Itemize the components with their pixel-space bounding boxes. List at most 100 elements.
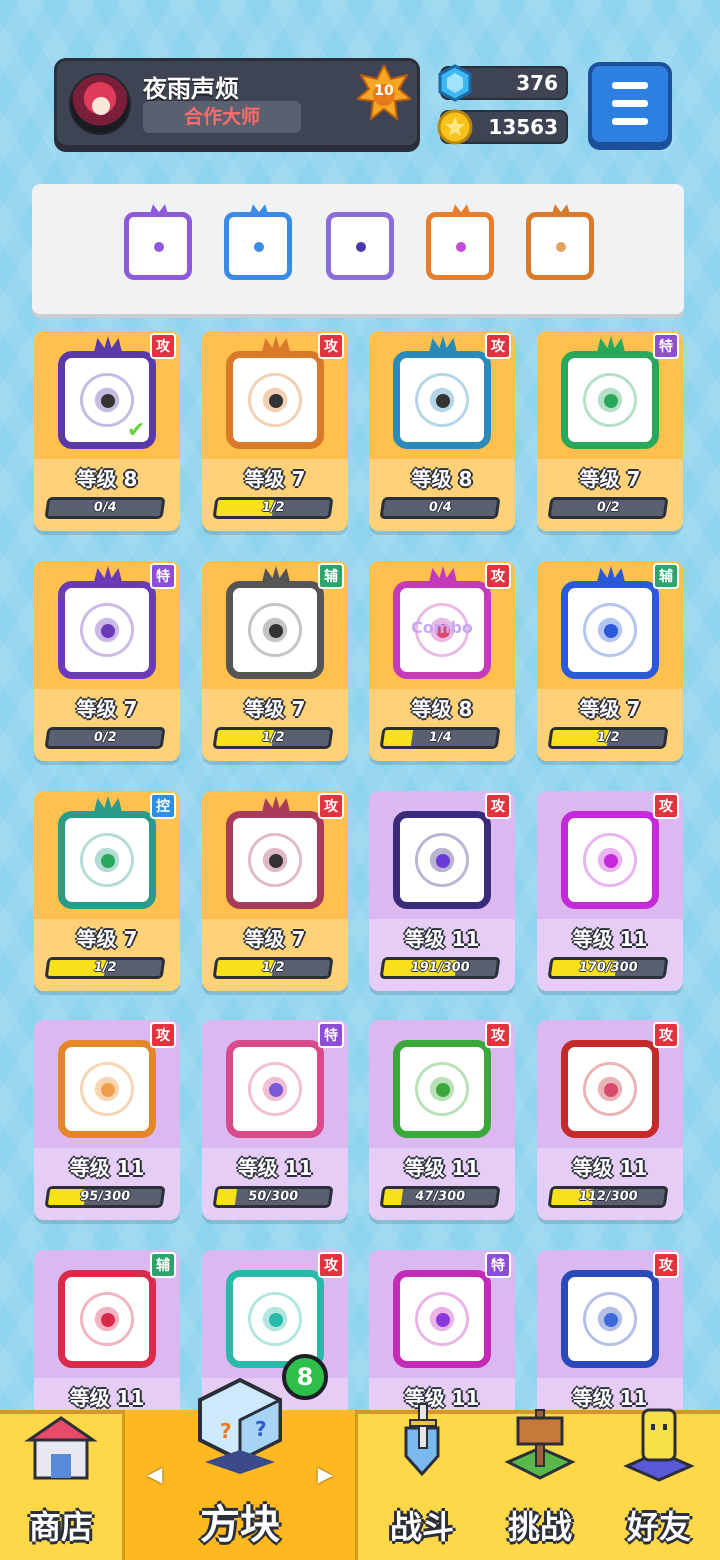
block-card[interactable]: 特等级 11 50/300	[202, 1020, 348, 1220]
block-type-tag: 攻	[485, 793, 511, 819]
upgrade-progress-text: 1/2	[260, 960, 286, 975]
chevron-left-icon[interactable]: ◀	[147, 1462, 162, 1486]
upgrade-progress-text: 1/2	[92, 960, 118, 975]
upgrade-progress-text: 191/300	[409, 960, 471, 975]
block-type-tag: 特	[653, 333, 679, 359]
nav-blocks[interactable]: ?? ◀ ▶ 方块	[122, 1377, 358, 1560]
block-core-dot	[604, 624, 618, 638]
block-level: 等级 8	[411, 467, 473, 491]
player-avatar[interactable]	[69, 73, 131, 135]
nav-friends[interactable]: 好友	[598, 1408, 720, 1560]
mystery-block-icon: ??	[198, 1377, 282, 1474]
block-type-tag: 攻	[485, 333, 511, 359]
block-card[interactable]: Combo 攻等级 8 1/4	[369, 561, 515, 761]
upgrade-progress-bar: 0/2	[547, 497, 669, 519]
block-level: 等级 7	[244, 467, 306, 491]
block-card[interactable]: 特等级 7 0/2	[537, 331, 683, 531]
equipped-slot[interactable]	[526, 204, 594, 280]
nav-challenge[interactable]: 挑战	[482, 1409, 598, 1560]
block-level: 等级 8	[411, 697, 473, 721]
block-card[interactable]: 攻等级 11 112/300	[537, 1020, 683, 1220]
upgrade-progress-bar: 1/2	[212, 957, 334, 979]
block-level: 等级 7	[579, 467, 641, 491]
block-art	[58, 1270, 156, 1368]
friend-character-icon	[623, 1408, 695, 1482]
block-card[interactable]: 特等级 7 0/2	[34, 561, 180, 761]
block-type-tag: 辅	[150, 1252, 176, 1278]
block-card[interactable]: 攻等级 7 1/2	[202, 331, 348, 531]
svg-text:?: ?	[220, 1419, 232, 1443]
block-core-dot	[269, 394, 283, 408]
block-card[interactable]: 攻等级 7 1/2	[202, 791, 348, 991]
block-core-dot	[436, 1313, 450, 1327]
block-card[interactable]: 辅等级 7 1/2	[202, 561, 348, 761]
equipped-slot[interactable]	[326, 212, 394, 280]
player-name: 夜雨声烦	[143, 75, 239, 103]
block-card[interactable]: 攻等级 11 95/300	[34, 1020, 180, 1220]
block-card[interactable]: 攻等级 11 170/300	[537, 791, 683, 991]
crown-icon	[596, 566, 626, 586]
gem-counter[interactable]: 376	[438, 64, 568, 102]
block-core-dot	[269, 854, 283, 868]
equipped-slot[interactable]	[224, 204, 292, 280]
block-level: 等级 7	[244, 697, 306, 721]
block-art	[226, 566, 324, 679]
block-core-dot	[436, 1083, 450, 1097]
nav-shop[interactable]: 商店	[0, 1414, 122, 1560]
upgrade-progress-bar: 191/300	[379, 957, 501, 979]
upgrade-progress-bar: 1/2	[44, 957, 166, 979]
block-core-dot	[101, 1313, 115, 1327]
equipped-blocks-panel	[32, 184, 684, 314]
sword-shield-icon	[404, 1403, 440, 1477]
block-art	[393, 336, 491, 449]
block-card[interactable]: ✔ 攻等级 8 0/4	[34, 331, 180, 531]
block-card[interactable]: 攻等级 11 47/300	[369, 1020, 515, 1220]
chevron-right-icon[interactable]: ▶	[318, 1462, 333, 1486]
block-level: 等级 7	[76, 697, 138, 721]
upgrade-progress-text: 0/4	[92, 500, 118, 515]
menu-button[interactable]	[588, 62, 672, 146]
crown-icon	[93, 566, 123, 586]
coin-counter[interactable]: 13563	[437, 109, 568, 145]
block-art	[561, 811, 659, 909]
block-core-dot	[269, 1083, 283, 1097]
block-level: 等级 11	[69, 1156, 145, 1180]
block-core-dot	[101, 1083, 115, 1097]
rank-level: 10	[374, 83, 394, 99]
block-art	[226, 1270, 324, 1368]
upgrade-progress-text: 0/4	[427, 500, 453, 515]
block-type-tag: 攻	[150, 1022, 176, 1048]
block-core-dot	[604, 394, 618, 408]
block-type-tag: 攻	[485, 563, 511, 589]
nav-battle[interactable]: 战斗	[362, 1403, 482, 1560]
block-type-tag: 特	[150, 563, 176, 589]
block-card[interactable]: 辅等级 7 1/2	[537, 561, 683, 761]
block-type-tag: 攻	[150, 333, 176, 359]
upgrade-progress-text: 1/4	[427, 730, 453, 745]
crown-icon	[93, 336, 123, 356]
crown-icon	[93, 796, 123, 816]
crown-icon	[261, 796, 291, 816]
block-art	[561, 1040, 659, 1138]
block-card[interactable]: 攻等级 11 191/300	[369, 791, 515, 991]
block-level: 等级 11	[404, 927, 480, 951]
block-core-dot	[436, 854, 450, 868]
player-profile-panel[interactable]: 夜雨声烦 合作大师 10	[54, 58, 420, 148]
block-level: 等级 11	[237, 1156, 313, 1180]
block-art	[226, 1040, 324, 1138]
upgrade-progress-bar: 47/300	[379, 1186, 501, 1208]
crown-icon	[428, 336, 458, 356]
upgrade-progress-bar: 1/4	[379, 727, 501, 749]
block-level: 等级 8	[76, 467, 138, 491]
upgrade-progress-bar: 50/300	[212, 1186, 334, 1208]
crown-icon	[261, 336, 291, 356]
upgrade-progress-text: 1/2	[260, 500, 286, 515]
coin-count: 13563	[488, 115, 558, 139]
equipped-slot[interactable]	[124, 204, 192, 280]
block-card[interactable]: 攻等级 8 0/4	[369, 331, 515, 531]
equipped-slot[interactable]	[426, 204, 494, 280]
upgrade-progress-bar: 170/300	[547, 957, 669, 979]
block-core-dot	[101, 624, 115, 638]
block-card[interactable]: 控等级 7 1/2	[34, 791, 180, 991]
block-core-dot	[101, 394, 115, 408]
